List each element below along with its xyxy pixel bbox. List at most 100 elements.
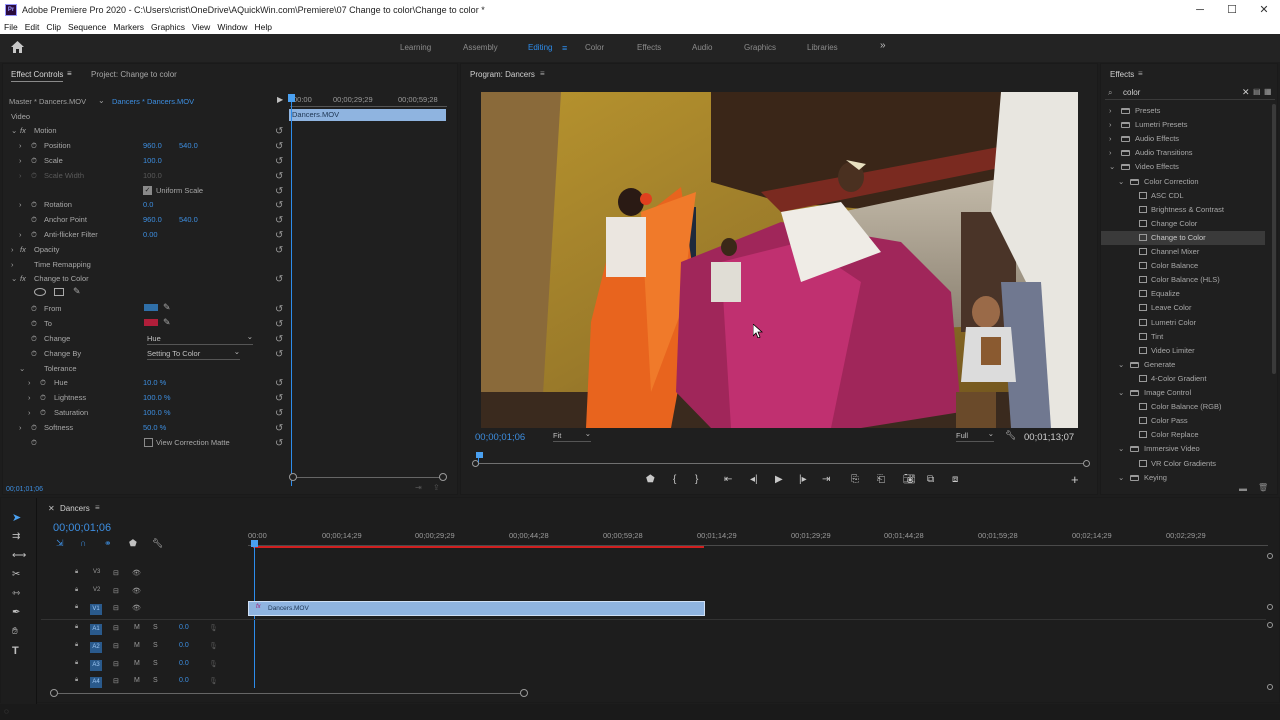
settings-wrench-icon[interactable]: 🔧︎ (1005, 430, 1016, 441)
mute-button[interactable]: M (134, 677, 140, 684)
stopwatch-icon[interactable]: ⏱ (31, 230, 37, 240)
effects-item[interactable]: VR Color Gradients (1101, 457, 1265, 471)
clip-selector[interactable]: Dancers * Dancers.MOV (112, 97, 194, 106)
sync-lock-icon[interactable]: ⊟ (113, 604, 119, 612)
step-back-icon[interactable]: ◂| (750, 474, 758, 485)
reset-icon[interactable]: ↺ (275, 334, 283, 345)
workspace-graphics[interactable]: Graphics (744, 43, 776, 52)
reset-icon[interactable]: ↺ (275, 245, 283, 256)
vertical-zoom-handle[interactable] (1267, 622, 1273, 628)
change-by-dropdown[interactable]: Setting To Color ⌄ (147, 347, 240, 360)
filter-icon[interactable]: ⇥ (415, 483, 422, 492)
effects-folder[interactable]: › Audio Transitions (1101, 146, 1265, 160)
anchor-x-value[interactable]: 960.0 (143, 215, 162, 224)
chevron-down-icon[interactable]: ⌄ (1118, 177, 1124, 186)
export-frame-icon[interactable]: 📷︎ (903, 474, 916, 485)
chevron-down-icon[interactable]: ⌄ (11, 126, 17, 135)
stopwatch-icon[interactable]: ⏱ (31, 423, 37, 433)
effects-folder[interactable]: › Audio Effects (1101, 132, 1265, 146)
stopwatch-icon[interactable]: ⏱ (31, 156, 37, 166)
panel-menu-icon[interactable]: ≡ (540, 69, 545, 78)
proxy-toggle-icon[interactable]: ⧈ (952, 474, 958, 485)
reset-icon[interactable]: ↺ (275, 171, 283, 182)
reset-icon[interactable]: ↺ (275, 141, 283, 152)
effects-item[interactable]: Change Color (1101, 217, 1265, 231)
menu-view[interactable]: View (192, 22, 210, 32)
reset-icon[interactable]: ↺ (275, 319, 283, 330)
panel-menu-icon[interactable]: ≡ (95, 503, 100, 512)
motion-row[interactable]: ⌄ fx Motion ↺ (3, 124, 292, 138)
solo-button[interactable]: S (153, 642, 158, 649)
timeline-settings-icon[interactable]: 🔧︎ (152, 538, 163, 549)
vertical-zoom-handle[interactable] (1267, 604, 1273, 610)
workspace-assembly[interactable]: Assembly (463, 43, 498, 52)
more-workspaces-icon[interactable]: » (880, 40, 886, 51)
reset-icon[interactable]: ↺ (275, 156, 283, 167)
zoom-handle-right[interactable] (439, 473, 447, 481)
zoom-handle-right[interactable] (520, 689, 528, 697)
chevron-right-icon[interactable]: › (19, 423, 22, 432)
effects-item[interactable]: Channel Mixer (1101, 245, 1265, 259)
linked-selection-icon[interactable]: ⚭ (104, 538, 112, 549)
zoom-handle-left[interactable] (50, 689, 58, 697)
track-name[interactable]: A1 (90, 624, 102, 635)
panel-menu-icon[interactable]: ≡ (1138, 69, 1143, 78)
lock-icon[interactable]: 🔒︎ (75, 677, 78, 684)
effects-folder[interactable]: ⌄ Generate (1101, 358, 1265, 372)
from-color-swatch[interactable] (144, 304, 158, 311)
workspace-audio[interactable]: Audio (692, 43, 712, 52)
fit-dropdown[interactable]: Fit ⌄ (553, 429, 591, 442)
chevron-down-icon[interactable]: ⌄ (1109, 162, 1115, 171)
position-y-value[interactable]: 540.0 (179, 141, 198, 150)
effects-item[interactable]: Color Balance (RGB) (1101, 400, 1265, 414)
extract-icon[interactable]: ⎗ (877, 474, 885, 485)
stopwatch-icon[interactable]: ⏱ (31, 141, 37, 151)
mark-out-icon[interactable]: } (695, 474, 698, 485)
chevron-down-icon[interactable]: ⌄ (98, 96, 105, 105)
change-dropdown[interactable]: Hue ⌄ (147, 332, 253, 345)
reset-icon[interactable]: ↺ (275, 186, 283, 197)
step-forward-icon[interactable]: |▸ (799, 474, 807, 485)
reset-icon[interactable]: ↺ (275, 378, 283, 389)
chevron-right-icon[interactable]: › (19, 156, 22, 165)
chevron-right-icon[interactable]: › (19, 200, 22, 209)
track-name[interactable]: A3 (90, 659, 102, 671)
program-monitor-title[interactable]: Program: Dancers (470, 70, 535, 79)
chevron-right-icon[interactable]: › (28, 393, 31, 402)
solo-button[interactable]: S (153, 624, 158, 631)
microphone-icon[interactable]: 🎙︎ (209, 677, 218, 685)
lock-icon[interactable]: 🔒︎ (75, 604, 78, 611)
lightness-value[interactable]: 100.0 % (143, 393, 171, 402)
chevron-right-icon[interactable]: › (11, 260, 14, 269)
menu-sequence[interactable]: Sequence (68, 22, 106, 32)
menu-markers[interactable]: Markers (113, 22, 144, 32)
workspace-editing[interactable]: Editing (528, 43, 552, 52)
track-volume[interactable]: 0.0 (179, 642, 189, 649)
panel-menu-icon[interactable]: ≡ (67, 69, 72, 78)
lock-icon[interactable]: 🔒︎ (75, 660, 78, 667)
sync-lock-icon[interactable]: ⊟ (113, 587, 119, 595)
menu-window[interactable]: Window (217, 22, 247, 32)
chevron-down-icon[interactable]: ⌄ (1118, 360, 1124, 369)
effects-item[interactable]: 4-Color Gradient (1101, 372, 1265, 386)
sync-lock-icon[interactable]: ⊟ (113, 642, 119, 650)
effects-item[interactable]: Color Pass (1101, 414, 1265, 428)
effect-controls-timecode[interactable]: 00;01;01;06 (6, 486, 43, 493)
effects-item[interactable]: ASC CDL (1101, 189, 1265, 203)
playhead-handle[interactable] (288, 94, 295, 102)
selection-tool-icon[interactable]: ➤ (12, 511, 21, 524)
saturation-value[interactable]: 100.0 % (143, 408, 171, 417)
video-frame[interactable] (481, 92, 1078, 428)
effects-scrollbar[interactable] (1272, 104, 1276, 374)
eye-icon[interactable]: 👁︎ (132, 604, 141, 612)
to-color-swatch[interactable] (144, 319, 158, 326)
home-icon[interactable] (11, 41, 24, 53)
effects-search-input[interactable]: color (1123, 88, 1243, 97)
stopwatch-icon[interactable]: ⏱ (40, 378, 46, 388)
effects-item[interactable]: Equalize (1101, 287, 1265, 301)
clear-search-icon[interactable]: ✕ (1242, 87, 1250, 98)
stopwatch-icon[interactable]: ⏱ (31, 319, 37, 329)
zoom-handle-left[interactable] (289, 473, 297, 481)
effects-item[interactable]: Tint (1101, 330, 1265, 344)
position-x-value[interactable]: 960.0 (143, 141, 162, 150)
